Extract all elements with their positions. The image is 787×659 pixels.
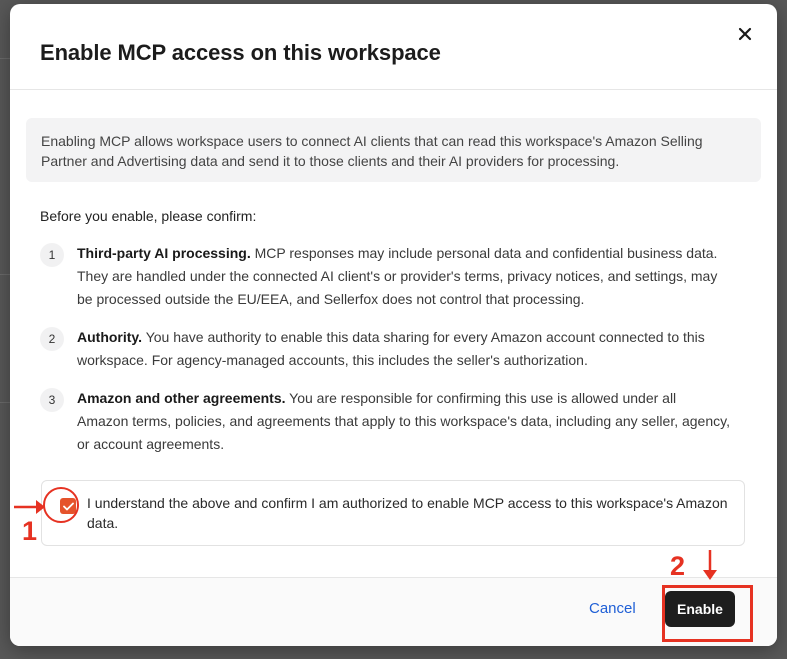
cancel-button[interactable]: Cancel — [589, 600, 636, 617]
annotation-highlight-box — [662, 585, 753, 642]
acknowledgement-box[interactable]: I understand the above and confirm I am … — [41, 480, 745, 546]
term-body: You have authority to enable this data s… — [77, 329, 705, 368]
dialog-header: Enable MCP access on this workspace — [10, 4, 777, 90]
term-text: Amazon and other agreements. You are res… — [77, 387, 730, 456]
annotation-step-1: 1 — [22, 516, 38, 546]
annotation-step-2: 2 — [670, 551, 686, 581]
close-icon — [738, 27, 752, 41]
term-number: 1 — [40, 243, 64, 267]
term-text: Authority. You have authority to enable … — [77, 326, 730, 372]
annotation-circle — [43, 487, 79, 523]
term-number: 2 — [40, 327, 64, 351]
term-title: Third-party AI processing. — [77, 245, 251, 261]
enable-mcp-dialog: Enable MCP access on this workspace Enab… — [10, 4, 777, 646]
term-item: 2 Authority. You have authority to enabl… — [40, 326, 730, 372]
term-item: 1 Third-party AI processing. MCP respons… — [40, 242, 730, 311]
term-title: Authority. — [77, 329, 143, 345]
close-button[interactable] — [731, 20, 759, 48]
term-item: 3 Amazon and other agreements. You are r… — [40, 387, 730, 456]
info-notice: Enabling MCP allows workspace users to c… — [26, 118, 761, 182]
dialog-title: Enable MCP access on this workspace — [40, 40, 441, 65]
confirm-intro: Before you enable, please confirm: — [40, 208, 257, 224]
term-text: Third-party AI processing. MCP responses… — [77, 242, 730, 311]
term-number: 3 — [40, 388, 64, 412]
acknowledgement-label[interactable]: I understand the above and confirm I am … — [87, 493, 737, 533]
term-title: Amazon and other agreements. — [77, 390, 286, 406]
screen: Enable MCP access on this workspace Enab… — [0, 0, 787, 659]
